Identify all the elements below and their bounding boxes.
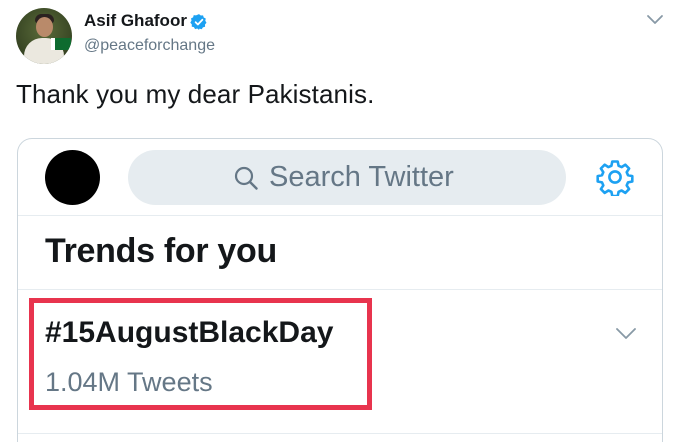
verified-badge-icon xyxy=(190,14,207,30)
avatar-face xyxy=(36,17,53,37)
profile-avatar[interactable] xyxy=(45,150,100,205)
author-name[interactable]: Asif Ghafoor xyxy=(84,11,187,31)
chevron-down-icon[interactable] xyxy=(646,13,664,27)
author-avatar[interactable] xyxy=(16,8,72,64)
divider xyxy=(18,433,662,434)
chevron-down-icon[interactable] xyxy=(615,326,637,342)
trends-heading: Trends for you xyxy=(45,232,277,270)
divider xyxy=(18,215,662,216)
tweet-text: Thank you my dear Pakistanis. xyxy=(16,79,375,109)
trend-item[interactable]: #15AugustBlackDay 1.04M Tweets xyxy=(18,290,662,430)
attached-screenshot[interactable]: Search Twitter Trends for you #15AugustB… xyxy=(17,138,663,442)
search-input[interactable]: Search Twitter xyxy=(128,150,566,205)
search-placeholder: Search Twitter xyxy=(269,161,454,193)
highlight-box xyxy=(29,298,372,410)
search-icon xyxy=(234,166,258,190)
flag-icon xyxy=(51,38,71,50)
tweet-page: Asif Ghafoor @peaceforchange Thank you m… xyxy=(0,0,680,442)
gear-icon[interactable] xyxy=(596,158,634,196)
author-handle[interactable]: @peaceforchange xyxy=(84,37,215,55)
